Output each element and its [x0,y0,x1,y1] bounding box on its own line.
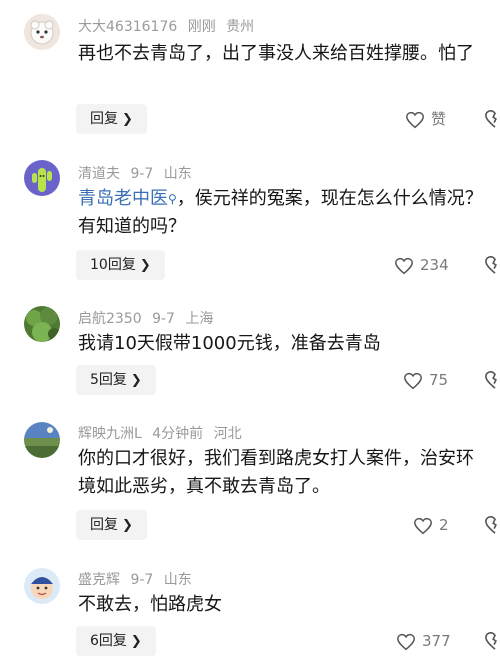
chevron-right-icon: ❯ [130,373,142,388]
avatar[interactable] [24,306,60,342]
broken-heart-icon [485,255,497,274]
comment-item: 大大46316176 刚刚 贵州 再也不去青岛了，出了事没人来给百姓撑腰。怕了 … [0,0,500,150]
location: 上海 [185,311,214,327]
like-button[interactable]: 赞 [405,107,446,131]
comment-text: 再也不去青岛了，出了事没人来给百姓撑腰。怕了 [78,43,474,64]
username[interactable]: 盛克辉 [78,572,120,588]
timestamp: 4分钟前 [152,426,204,442]
mention-link[interactable]: 青岛老中医 [78,188,168,209]
timestamp: 9-7 [152,311,175,327]
heart-icon [406,111,424,128]
chevron-right-icon: ❯ [122,112,133,127]
reply-button[interactable]: 5回复 ❯ [76,365,156,395]
like-count: 75 [429,371,449,389]
comment-meta: 盛克辉 9-7 山东 [78,569,198,589]
comment-text: 青岛老中医⚲，侯元祥的冤案，现在怎么什么情况？有知道的吗？ [78,188,483,237]
comment-meta: 启航2350 9-7 上海 [78,308,219,328]
like-button[interactable]: 377 [396,629,451,653]
reply-label: 6回复 [90,633,127,649]
heart-icon [397,633,415,650]
timestamp: 9-7 [130,166,154,182]
avatar[interactable] [24,568,60,604]
dislike-button[interactable] [484,631,500,655]
comment-item: 辉映九洲L 4分钟前 河北 你的口才很好，我们看到路虎女打人案件，治安环境如此恶… [0,400,500,550]
reply-button[interactable]: 回复 ❯ [76,510,147,540]
reply-label: 10回复 [90,257,136,273]
reply-label: 回复 [90,517,118,533]
avatar[interactable] [24,422,60,458]
location: 贵州 [226,19,255,35]
chevron-right-icon: ❯ [130,634,142,649]
like-count: 赞 [431,110,447,128]
dislike-button[interactable] [484,109,500,133]
heart-icon [404,372,422,389]
reply-button[interactable]: 10回复 ❯ [76,250,165,280]
heart-icon [414,517,432,534]
broken-heart-icon [485,515,497,534]
heart-icon [395,257,413,274]
comment-item: 启航2350 9-7 上海 我请10天假带1000元钱，准备去青岛 5回复 ❯ 7… [0,290,500,400]
reply-button[interactable]: 6回复 ❯ [76,626,156,656]
chevron-right-icon: ❯ [122,518,133,533]
like-button[interactable]: 234 [394,253,449,277]
dislike-button[interactable] [484,370,500,394]
search-icon: ⚲ [168,192,177,206]
like-count: 2 [439,516,449,534]
like-count: 234 [420,256,449,274]
username[interactable]: 辉映九洲L [78,426,142,442]
broken-heart-icon [485,631,497,650]
location: 山东 [163,166,192,182]
comment-text: 你的口才很好，我们看到路虎女打人案件，治安环境如此恶劣，真不敢去青岛了。 [78,448,474,497]
dislike-button[interactable] [484,255,500,279]
username[interactable]: 清道夫 [78,166,120,182]
avatar[interactable] [24,160,60,196]
comment-meta: 清道夫 9-7 山东 [78,163,198,183]
reply-label: 5回复 [90,372,127,388]
dislike-button[interactable] [484,515,500,539]
comment-item: 清道夫 9-7 山东 青岛老中医⚲，侯元祥的冤案，现在怎么什么情况？有知道的吗？… [0,150,500,290]
like-count: 377 [422,632,451,650]
comment-item: 盛克辉 9-7 山东 不敢去，怕路虎女 6回复 ❯ 377 [0,550,500,663]
comment-text: 我请10天假带1000元钱，准备去青岛 [78,333,381,354]
avatar[interactable] [24,14,60,50]
broken-heart-icon [485,370,497,389]
broken-heart-icon [485,109,497,128]
chevron-right-icon: ❯ [139,258,151,273]
timestamp: 9-7 [130,572,154,588]
timestamp: 刚刚 [187,19,216,35]
reply-label: 回复 [90,111,118,127]
reply-button[interactable]: 回复 ❯ [76,104,147,134]
username[interactable]: 启航2350 [78,311,142,327]
like-button[interactable]: 2 [413,513,449,537]
location: 山东 [163,572,192,588]
location: 河北 [213,426,242,442]
like-button[interactable]: 75 [403,368,448,392]
comment-text: 不敢去，怕路虎女 [78,594,222,615]
comment-meta: 辉映九洲L 4分钟前 河北 [78,423,248,443]
comment-meta: 大大46316176 刚刚 贵州 [78,16,260,36]
username[interactable]: 大大46316176 [78,19,177,35]
